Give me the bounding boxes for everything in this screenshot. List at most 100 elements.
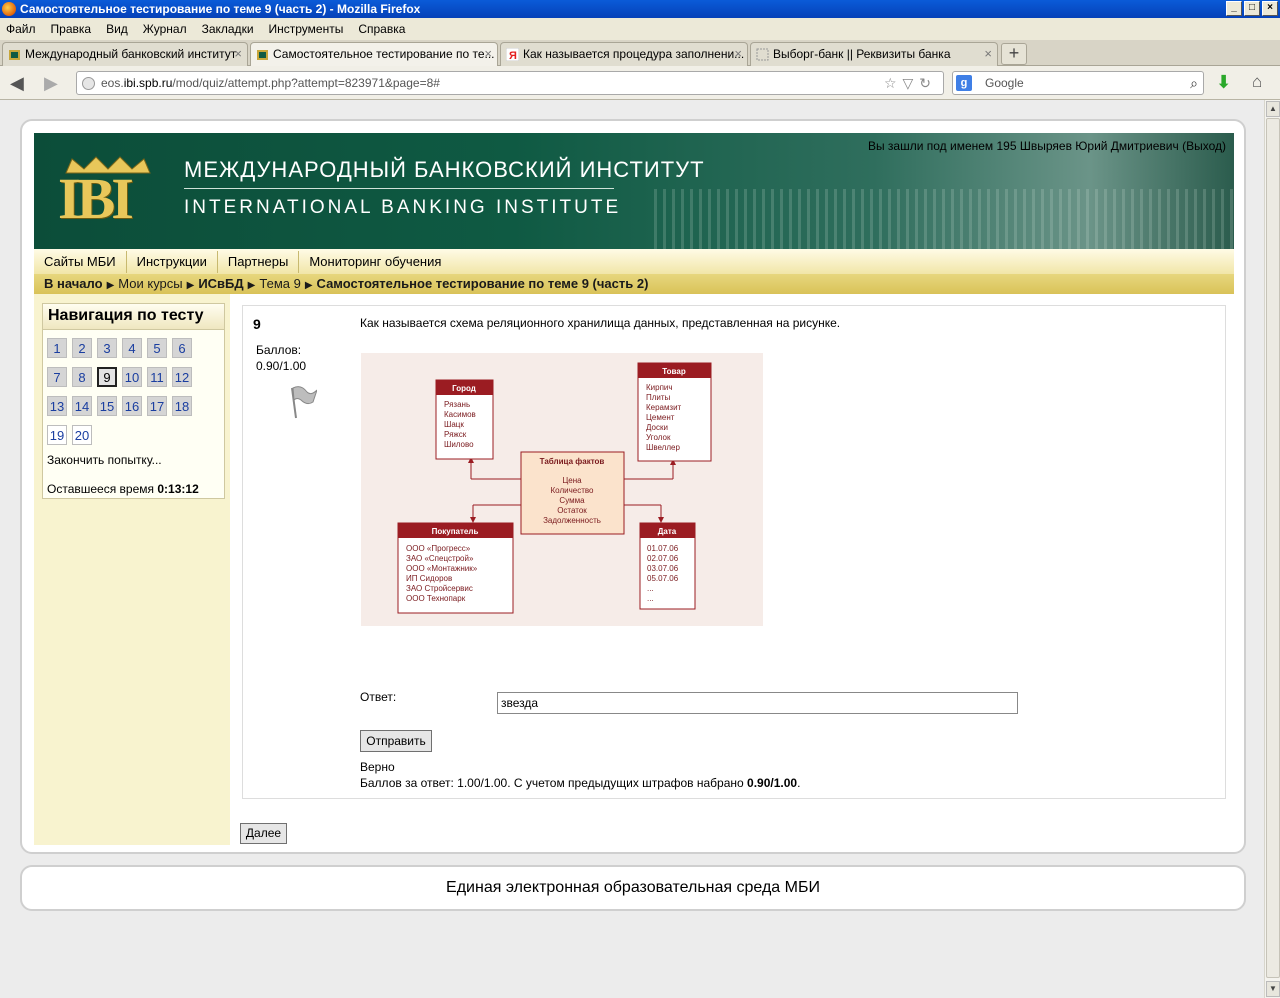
- question-nav-button-17[interactable]: 17: [147, 396, 167, 416]
- home-icon[interactable]: ⌂: [1252, 72, 1262, 92]
- menu-instructions[interactable]: Инструкции: [127, 250, 218, 273]
- menu-file[interactable]: Файл: [6, 22, 36, 36]
- address-bar[interactable]: eos.ibi.spb.ru/mod/quiz/attempt.php?atte…: [76, 71, 944, 95]
- question-nav-button-4[interactable]: 4: [122, 338, 142, 358]
- blank-page-icon: [756, 48, 769, 61]
- breadcrumb-current: Самостоятельное тестирование по теме 9 (…: [316, 276, 649, 291]
- back-arrow-icon[interactable]: ◀: [10, 73, 24, 94]
- finish-attempt-link[interactable]: Закончить попытку...: [47, 453, 162, 467]
- question-nav-button-6[interactable]: 6: [172, 338, 192, 358]
- submit-button[interactable]: Отправить: [360, 730, 432, 752]
- search-icon[interactable]: ⌕: [1190, 72, 1198, 94]
- grade-label: Баллов:: [256, 343, 302, 357]
- tab-bar: Международный банковский институт × Само…: [0, 40, 1280, 66]
- close-window-button[interactable]: ×: [1262, 1, 1278, 16]
- question-nav-button-12[interactable]: 12: [172, 367, 192, 387]
- question-nav-button-2[interactable]: 2: [72, 338, 92, 358]
- search-input[interactable]: g Google ⌕: [952, 71, 1204, 95]
- search-placeholder: Google: [985, 76, 1024, 90]
- forward-arrow-icon[interactable]: ▶: [44, 73, 58, 94]
- menu-bar: Файл Правка Вид Журнал Закладки Инструме…: [0, 18, 1280, 40]
- bookmark-star-icon[interactable]: ☆▽↻: [884, 72, 937, 94]
- question-number: 9: [253, 316, 261, 332]
- left-column: Навигация по тесту 1 2 3 4 5 6 7 8 9 10 11 12 13 14 15…: [34, 294, 230, 845]
- yandex-icon: Я: [506, 48, 519, 61]
- url-path: /mod/quiz/attempt.php?attempt=823971&pag…: [172, 76, 440, 90]
- menu-partners[interactable]: Партнеры: [218, 250, 300, 273]
- table-date-title: Дата: [658, 527, 677, 536]
- question-nav-button-18[interactable]: 18: [172, 396, 192, 416]
- breadcrumb-topic[interactable]: Тема 9: [259, 276, 300, 291]
- tab-label: Самостоятельное тестирование по те...: [273, 47, 495, 61]
- tab-label: Выборг-банк || Реквизиты банка: [773, 47, 951, 61]
- download-icon[interactable]: ⬇: [1216, 72, 1231, 93]
- breadcrumb-course[interactable]: ИСвБД: [198, 276, 243, 291]
- site-footer: Единая электронная образовательная среда…: [20, 865, 1246, 911]
- banner-divider: [184, 188, 614, 189]
- question-nav-button-19[interactable]: 19: [47, 425, 67, 445]
- question-nav-button-14[interactable]: 14: [72, 396, 92, 416]
- question-nav-button-20[interactable]: 20: [72, 425, 92, 445]
- vertical-scrollbar[interactable]: ▲ ▼: [1264, 100, 1280, 998]
- firefox-icon: [2, 2, 16, 16]
- url-prefix: eos.: [101, 76, 124, 90]
- question-nav-button-7[interactable]: 7: [47, 367, 67, 387]
- close-tab-icon[interactable]: ×: [734, 46, 742, 61]
- question-nav-button-13[interactable]: 13: [47, 396, 67, 416]
- menu-edit[interactable]: Правка: [51, 22, 92, 36]
- tab-quiz[interactable]: Самостоятельное тестирование по те... ×: [250, 42, 498, 66]
- answer-label: Ответ:: [360, 690, 397, 704]
- menu-tools[interactable]: Инструменты: [269, 22, 344, 36]
- question-nav-button-1[interactable]: 1: [47, 338, 67, 358]
- scroll-thumb[interactable]: [1266, 118, 1280, 978]
- scroll-down-icon[interactable]: ▼: [1266, 981, 1280, 997]
- breadcrumb-home[interactable]: В начало: [44, 276, 103, 291]
- time-left-label: Оставшееся время: [47, 482, 155, 496]
- minimize-button[interactable]: _: [1226, 1, 1242, 16]
- site-banner: IBI МЕЖДУНАРОДНЫЙ БАНКОВСКИЙ ИНСТИТУТ IN…: [34, 133, 1234, 249]
- menu-monitoring[interactable]: Мониторинг обучения: [299, 251, 451, 273]
- breadcrumb-my-courses[interactable]: Мои курсы: [118, 276, 182, 291]
- ibi-logo[interactable]: IBI: [58, 155, 154, 231]
- close-tab-icon[interactable]: ×: [484, 46, 492, 61]
- table-product-title: Товар: [662, 367, 686, 376]
- breadcrumb: В начало ▶ Мои курсы ▶ ИСвБД ▶ Тема 9 ▶ Самостоя…: [34, 274, 1234, 294]
- new-tab-button[interactable]: +: [1001, 43, 1027, 65]
- question-text: Как называется схема реляционного хранил…: [360, 316, 841, 330]
- window-title: Самостоятельное тестирование по теме 9 (…: [20, 2, 421, 16]
- tab-ibi-home[interactable]: Международный банковский институт ×: [2, 42, 248, 66]
- menu-sites[interactable]: Сайты МБИ: [34, 250, 127, 273]
- ibi-favicon-icon: [9, 50, 20, 60]
- question-nav-button-16[interactable]: 16: [122, 396, 142, 416]
- institute-name-en: INTERNATIONAL BANKING INSTITUTE: [184, 197, 622, 218]
- question-nav-button-9[interactable]: 9: [97, 367, 117, 387]
- close-tab-icon[interactable]: ×: [984, 46, 992, 61]
- menu-bookmarks[interactable]: Закладки: [202, 22, 254, 36]
- scroll-up-icon[interactable]: ▲: [1266, 101, 1280, 117]
- question-panel: 9 Баллов: 0.90/1.00 Как называется схема …: [242, 305, 1226, 799]
- next-button[interactable]: Далее: [240, 823, 287, 844]
- maximize-button[interactable]: □: [1244, 1, 1260, 16]
- menu-history[interactable]: Журнал: [143, 22, 187, 36]
- login-info[interactable]: Вы зашли под именем 195 Швыряев Юрий Дми…: [868, 139, 1226, 153]
- menu-view[interactable]: Вид: [106, 22, 128, 36]
- quiz-navigation-title: Навигация по тесту: [43, 304, 224, 330]
- question-nav-button-15[interactable]: 15: [97, 396, 117, 416]
- menu-help[interactable]: Справка: [358, 22, 405, 36]
- tab-vyborg-bank[interactable]: Выборг-банк || Реквизиты банка ×: [750, 42, 998, 66]
- close-tab-icon[interactable]: ×: [234, 46, 242, 61]
- google-icon: g: [956, 75, 972, 91]
- question-nav-button-8[interactable]: 8: [72, 367, 92, 387]
- flag-question-icon[interactable]: [287, 384, 317, 420]
- answer-input[interactable]: звезда: [497, 692, 1018, 714]
- question-nav-button-10[interactable]: 10: [122, 367, 142, 387]
- grade-value: 0.90/1.00: [256, 359, 307, 373]
- logo-letters: IBI: [58, 166, 134, 231]
- feedback-score: Баллов за ответ: 1.00/1.00. С учетом пре…: [360, 776, 801, 790]
- question-nav-button-5[interactable]: 5: [147, 338, 167, 358]
- question-grade: Баллов: 0.90/1.00: [256, 342, 306, 374]
- page-viewport: IBI МЕЖДУНАРОДНЫЙ БАНКОВСКИЙ ИНСТИТУТ IN…: [0, 101, 1264, 998]
- tab-yandex[interactable]: Я Как называется процедура заполнени... …: [500, 42, 748, 66]
- question-nav-button-3[interactable]: 3: [97, 338, 117, 358]
- question-nav-button-11[interactable]: 11: [147, 367, 167, 387]
